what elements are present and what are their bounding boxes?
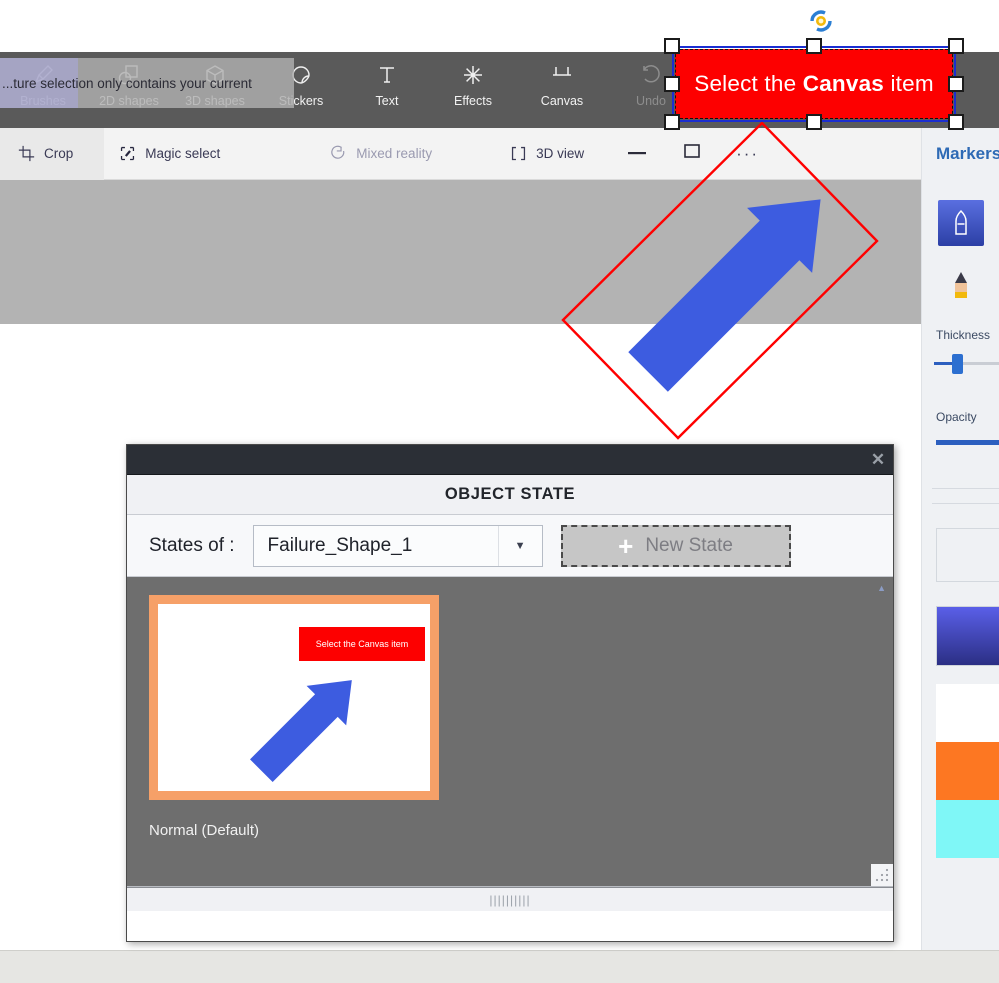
callout-box[interactable]: Select the Canvas item bbox=[675, 49, 953, 119]
thumbnail-arrow-icon bbox=[158, 604, 430, 791]
undo-icon bbox=[639, 60, 663, 90]
resize-handle-middle-right[interactable] bbox=[948, 76, 964, 92]
dialog-header: OBJECT STATE bbox=[127, 475, 893, 515]
pencil-icon bbox=[949, 270, 973, 300]
tooltip-text: ...ture selection only contains your cur… bbox=[2, 76, 252, 91]
new-state-button[interactable]: + New State bbox=[561, 525, 791, 567]
opacity-label: Opacity bbox=[936, 410, 977, 424]
state-thumbnail: Select the Canvas item bbox=[158, 604, 430, 791]
object-select-value: Failure_Shape_1 bbox=[268, 535, 413, 557]
dialog-toolbar: States of : Failure_Shape_1 ▼ + New Stat… bbox=[127, 515, 893, 577]
resize-handle-bottom-center[interactable] bbox=[806, 114, 822, 130]
more-options-button[interactable]: ··· bbox=[736, 144, 759, 164]
resize-handle-bottom-right[interactable] bbox=[948, 114, 964, 130]
mixed-reality-button[interactable]: Mixed reality bbox=[314, 128, 448, 180]
ribbon-item-canvas[interactable]: Canvas bbox=[516, 52, 608, 128]
color-swatch-cyan[interactable] bbox=[936, 800, 999, 858]
color-swatch-orange[interactable] bbox=[936, 742, 999, 800]
resize-grip-icon bbox=[871, 864, 893, 886]
screen: Brushes 2D shapes bbox=[0, 0, 999, 983]
dialog-footer[interactable]: |||||||||| bbox=[127, 887, 893, 911]
mixed-reality-label: Mixed reality bbox=[356, 146, 432, 161]
dialog-title: OBJECT STATE bbox=[445, 485, 575, 504]
marker-icon bbox=[948, 208, 974, 238]
rotate-icon bbox=[806, 6, 836, 36]
resize-handle-top-center[interactable] bbox=[806, 38, 822, 54]
state-list-item[interactable]: Select the Canvas item Normal (Default) bbox=[149, 595, 439, 839]
resize-handle-top-right[interactable] bbox=[948, 38, 964, 54]
thickness-slider[interactable] bbox=[934, 356, 999, 370]
magic-select-icon bbox=[119, 145, 136, 162]
callout-text: Select the Canvas item bbox=[694, 71, 934, 97]
ribbon-label-text: Text bbox=[376, 95, 399, 109]
bottom-status-strip bbox=[0, 950, 999, 983]
panel-title-markers: Markers bbox=[936, 144, 999, 164]
resize-handle-top-left[interactable] bbox=[664, 38, 680, 54]
magic-select-button[interactable]: Magic select bbox=[103, 128, 236, 180]
panel-divider-2 bbox=[932, 503, 999, 504]
tooltip-overlay: ...ture selection only contains your cur… bbox=[0, 58, 294, 108]
crop-icon bbox=[18, 145, 35, 162]
opacity-slider[interactable] bbox=[936, 440, 999, 445]
crop-label: Crop bbox=[44, 146, 73, 161]
dialog-states-area: ▲ Select the Canvas item Normal bbox=[127, 577, 893, 887]
new-state-label: New State bbox=[645, 535, 733, 557]
ribbon-item-text[interactable]: Text bbox=[344, 52, 430, 128]
resize-handle-bottom-left[interactable] bbox=[664, 114, 680, 130]
crop-button[interactable]: Crop bbox=[2, 128, 89, 180]
ribbon-label-effects: Effects bbox=[454, 95, 492, 109]
slider-knob[interactable] bbox=[952, 354, 963, 374]
mixed-reality-icon bbox=[330, 145, 347, 162]
text-icon bbox=[375, 60, 399, 90]
states-of-label: States of : bbox=[149, 535, 235, 557]
view-3d-icon bbox=[510, 145, 527, 162]
window-controls: ··· bbox=[626, 143, 759, 164]
color-preview-box bbox=[936, 528, 999, 582]
plus-icon: + bbox=[618, 533, 633, 559]
pencil-tool-button[interactable] bbox=[938, 262, 984, 308]
secondary-toolbar: Crop Magic select Mixed reality bbox=[0, 128, 999, 180]
view-3d-button[interactable]: 3D view bbox=[494, 128, 600, 180]
canvas-icon bbox=[549, 60, 575, 90]
ribbon-label-undo: Undo bbox=[636, 95, 666, 109]
panel-divider-1 bbox=[932, 488, 999, 489]
object-select-dropdown[interactable]: Failure_Shape_1 ▼ bbox=[253, 525, 543, 567]
footer-grip-icon: |||||||||| bbox=[489, 893, 530, 907]
dialog-resize-grip[interactable] bbox=[871, 864, 893, 886]
state-name-label: Normal (Default) bbox=[149, 822, 439, 839]
effects-icon bbox=[461, 60, 485, 90]
maximize-button[interactable] bbox=[682, 143, 702, 164]
close-icon[interactable]: ✕ bbox=[863, 445, 893, 475]
canvas-gray-area[interactable] bbox=[0, 180, 921, 324]
current-color-swatch[interactable] bbox=[936, 606, 999, 666]
scroll-up-icon[interactable]: ▲ bbox=[877, 583, 886, 593]
magic-select-label: Magic select bbox=[145, 146, 220, 161]
rotate-handle[interactable] bbox=[806, 6, 836, 36]
state-thumbnail-frame[interactable]: Select the Canvas item bbox=[149, 595, 439, 800]
tools-side-panel: Markers Thickness Opacity bbox=[921, 128, 999, 950]
ribbon-item-effects[interactable]: Effects bbox=[430, 52, 516, 128]
view-3d-label: 3D view bbox=[536, 146, 584, 161]
object-state-dialog[interactable]: ✕ OBJECT STATE States of : Failure_Shape… bbox=[126, 444, 894, 942]
marker-tool-button[interactable] bbox=[938, 200, 984, 246]
minimize-button[interactable] bbox=[626, 145, 648, 163]
selected-callout-shape[interactable]: Select the Canvas item bbox=[664, 38, 964, 130]
dialog-titlebar[interactable]: ✕ bbox=[127, 445, 893, 475]
color-swatch-white[interactable] bbox=[936, 684, 999, 742]
thickness-label: Thickness bbox=[936, 328, 990, 342]
ribbon-label-canvas: Canvas bbox=[541, 95, 583, 109]
chevron-down-icon[interactable]: ▼ bbox=[498, 526, 542, 566]
resize-handle-middle-left[interactable] bbox=[664, 76, 680, 92]
